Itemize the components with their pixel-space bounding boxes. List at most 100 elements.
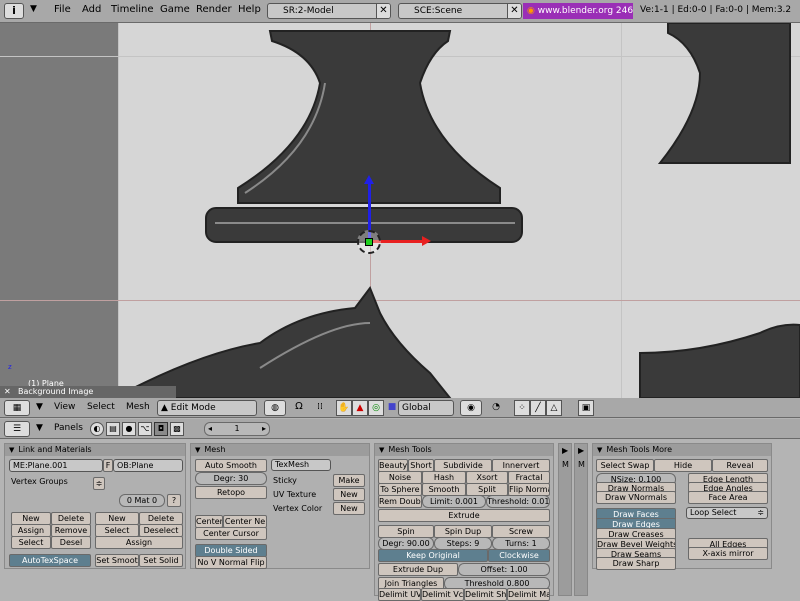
magnet-icon[interactable]: Ω <box>292 400 306 416</box>
menu-game[interactable]: Game <box>160 4 190 15</box>
menu-help[interactable]: Help <box>238 4 261 15</box>
panel-header[interactable]: ▼ Mesh Tools More <box>593 444 771 456</box>
close-scene-icon[interactable]: ✕ <box>507 4 521 18</box>
collapsed-tab-2[interactable]: ▶ M <box>574 443 588 596</box>
layers-icon[interactable]: ⁞⁞ <box>312 400 328 416</box>
context-logic-icon[interactable]: ⌥ <box>138 422 152 436</box>
material-index-field[interactable]: 0 Mat 0 <box>119 494 165 507</box>
scale-icon[interactable]: ◎ <box>368 400 384 416</box>
vg-desel-button[interactable]: Desel <box>51 536 91 549</box>
set-smooth-button[interactable]: Set Smoot <box>95 554 139 567</box>
vertex-color-new-button[interactable]: New <box>333 502 365 515</box>
keep-original-button[interactable]: Keep Original <box>378 549 488 562</box>
reveal-button[interactable]: Reveal <box>712 459 768 472</box>
x-axis-head-icon <box>422 236 431 246</box>
delimit-sha-button[interactable]: Delimit Sha <box>464 588 507 601</box>
select-swap-button[interactable]: Select Swap <box>596 459 654 472</box>
blender-url-badge[interactable]: ◉ www.blender.org 246 <box>523 3 633 19</box>
screen-selector[interactable]: SR:2-Model ✕ <box>267 3 391 19</box>
loop-select-dropdown[interactable]: Loop Select ≑ <box>686 507 768 519</box>
autotexspace-button[interactable]: AutoTexSpace <box>9 554 91 567</box>
no-v-normal-flip-button[interactable]: No V Normal Flip <box>195 556 267 569</box>
menu-select[interactable]: Select <box>87 402 115 412</box>
info-icon[interactable]: i <box>4 3 24 19</box>
frame-number[interactable]: ◂ 1 ▸ <box>204 422 270 436</box>
extrude-dup-button[interactable]: Extrude Dup <box>378 563 458 576</box>
frame-left-arrow-icon[interactable]: ◂ <box>208 423 212 434</box>
rotate-icon[interactable]: ▲ <box>352 400 368 416</box>
draw-vnormals-button[interactable]: Draw VNormals <box>596 491 676 504</box>
face-select-icon[interactable]: △ <box>546 400 562 416</box>
context-scene-icon[interactable]: ▩ <box>170 422 184 436</box>
collapse-arrow-icon[interactable]: ▼ <box>30 4 37 14</box>
3d-viewport[interactable]: (1) Plane ✕ Background Image z <box>0 23 800 398</box>
panel-title: Mesh <box>204 445 226 454</box>
menu-view[interactable]: View <box>54 402 75 412</box>
mode-selector[interactable]: ▲ Edit Mode <box>157 400 257 416</box>
object-origin-icon <box>365 238 373 246</box>
collapse-arrow-icon[interactable]: ▼ <box>36 402 43 412</box>
delimit-uv-button[interactable]: Delimit UV <box>378 588 421 601</box>
set-solid-button[interactable]: Set Solid <box>139 554 183 567</box>
buttons-editor-icon[interactable]: ☰ <box>4 421 30 437</box>
draw-sharp-button[interactable]: Draw Sharp <box>596 557 676 570</box>
background-image-bar[interactable]: ✕ Background Image <box>0 386 176 398</box>
panels-label[interactable]: Panels <box>54 423 83 433</box>
frame-right-arrow-icon[interactable]: ▸ <box>262 423 266 434</box>
object-name-field[interactable]: OB:Plane <box>113 459 183 472</box>
vertex-select-icon[interactable]: ⁘ <box>514 400 530 416</box>
context-object-icon[interactable]: ▤ <box>106 422 120 436</box>
snap-icon[interactable]: ◔ <box>488 400 504 416</box>
collapsed-tab-1[interactable]: ▶ M <box>558 443 572 596</box>
menu-timeline[interactable]: Timeline <box>111 4 154 15</box>
panel-header[interactable]: ▼ Mesh Tools <box>375 444 553 456</box>
extrude-button[interactable]: Extrude <box>378 509 550 522</box>
collapse-arrow-icon[interactable]: ▼ <box>36 423 43 433</box>
close-screen-icon[interactable]: ✕ <box>376 4 390 18</box>
context-shading-icon[interactable]: ◐ <box>90 422 104 436</box>
hide-button[interactable]: Hide <box>654 459 712 472</box>
smooth-degree-field[interactable]: Degr: 30 <box>195 472 267 485</box>
sticky-make-button[interactable]: Make <box>333 474 365 487</box>
x-axis-mirror-button[interactable]: X-axis mirror <box>688 547 768 560</box>
context-physics-icon[interactable]: ● <box>122 422 136 436</box>
rem-doubles-button[interactable]: Rem Doubl <box>378 495 422 508</box>
menu-mesh[interactable]: Mesh <box>126 402 150 412</box>
proportional-icon[interactable]: ◉ <box>460 400 482 416</box>
texmesh-field[interactable]: TexMesh <box>271 459 331 471</box>
limit-field[interactable]: Limit: 0.001 <box>422 495 486 508</box>
orientation-selector[interactable]: Global <box>398 400 454 416</box>
auto-smooth-button[interactable]: Auto Smooth <box>195 459 267 472</box>
delimit-vco-button[interactable]: Delimit Vco <box>421 588 464 601</box>
face-area-button[interactable]: Face Area <box>688 491 768 504</box>
mesh-datablock-field[interactable]: ME:Plane.001 <box>9 459 103 472</box>
menu-add[interactable]: Add <box>82 4 101 15</box>
edge-select-icon[interactable]: ╱ <box>530 400 546 416</box>
hand-icon[interactable]: ✋ <box>336 400 352 416</box>
mat-assign-button[interactable]: Assign <box>95 536 183 549</box>
panel-header[interactable]: ▼ Mesh <box>191 444 369 456</box>
mini-axis-icon: z <box>8 363 12 371</box>
menu-file[interactable]: File <box>54 4 71 15</box>
vertex-groups-menu-button[interactable]: ≑ <box>93 477 105 490</box>
retopo-button[interactable]: Retopo <box>195 486 267 499</box>
menu-render[interactable]: Render <box>196 4 232 15</box>
delimit-ma-button[interactable]: Delimit Ma <box>507 588 550 601</box>
uv-texture-new-button[interactable]: New <box>333 488 365 501</box>
scene-selector[interactable]: SCE:Scene ✕ <box>398 3 522 19</box>
fake-user-button[interactable]: F <box>103 459 113 472</box>
panel-header[interactable]: ▼ Link and Materials <box>5 444 185 456</box>
vg-select-button[interactable]: Select <box>11 536 51 549</box>
context-editing-icon[interactable]: ◘ <box>154 422 168 436</box>
material-help-button[interactable]: ? <box>167 494 181 507</box>
editor-type-icon[interactable]: ▦ <box>4 400 30 416</box>
draw-type-icon[interactable]: ◍ <box>264 400 286 416</box>
pivot-icon[interactable]: ■ <box>386 400 398 416</box>
background-image-close-icon[interactable]: ✕ <box>4 386 11 398</box>
threshold-field[interactable]: Threshold: 0.010 <box>486 495 550 508</box>
render-icon[interactable]: ▣ <box>578 400 594 416</box>
clockwise-button[interactable]: Clockwise <box>488 549 550 562</box>
orientation-label: Global <box>402 403 431 413</box>
offset-field[interactable]: Offset: 1.00 <box>458 563 550 576</box>
center-cursor-button[interactable]: Center Cursor <box>195 527 267 540</box>
